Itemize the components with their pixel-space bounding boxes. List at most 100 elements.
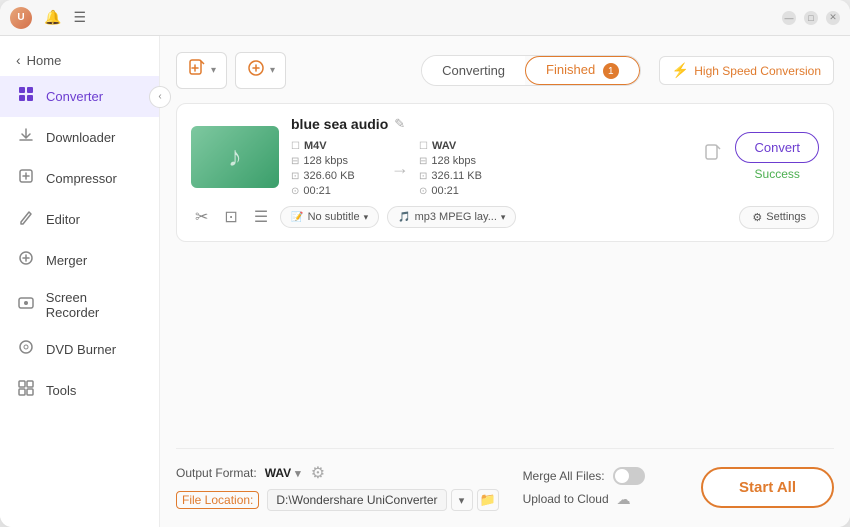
target-file-icon: ☐ xyxy=(419,141,428,152)
upload-row: Upload to Cloud ☁ xyxy=(523,491,645,508)
window-controls: — □ ✕ xyxy=(782,11,840,25)
screen-recorder-icon xyxy=(16,294,36,317)
subtitle-dropdown-arrow: ▾ xyxy=(364,212,369,223)
settings-gear-icon: ⚙ xyxy=(752,211,762,224)
high-speed-button[interactable]: ⚡ High Speed Conversion xyxy=(659,56,834,85)
merger-icon xyxy=(16,249,36,272)
format-value: WAV xyxy=(265,466,291,480)
audio-icon: 🎵 xyxy=(398,212,410,223)
tab-group: Converting Finished 1 xyxy=(421,55,641,87)
audio-dropdown[interactable]: 🎵 mp3 MPEG lay... ▾ xyxy=(387,206,516,228)
maximize-button[interactable]: □ xyxy=(804,11,818,25)
source-meta: ☐ M4V ⊟ 128 kbps ⊡ 326.60 KB xyxy=(291,140,381,197)
file-card-bottom: ✂ ⊡ ☰ 📝 No subtitle ▾ 🎵 mp3 MPEG lay... … xyxy=(191,205,819,229)
target-format-row: ☐ WAV xyxy=(419,140,509,152)
minimize-button[interactable]: — xyxy=(782,11,796,25)
sidebar-item-label-compressor: Compressor xyxy=(46,171,117,186)
file-card: ♪ blue sea audio ✎ ☐ M4V xyxy=(176,103,834,242)
file-name: blue sea audio xyxy=(291,116,388,132)
copy-icon-btn[interactable]: ⊡ xyxy=(220,205,241,229)
content-area: ▾ ▾ Converting Finished 1 xyxy=(160,36,850,527)
file-card-extra-icon xyxy=(703,143,723,170)
add-url-icon xyxy=(246,58,266,83)
location-path: D:\Wondershare UniConverter xyxy=(267,489,446,511)
location-input-row: D:\Wondershare UniConverter ▾ 📁 xyxy=(267,489,498,511)
subtitle-dropdown[interactable]: 📝 No subtitle ▾ xyxy=(280,206,379,228)
sidebar-item-label-downloader: Downloader xyxy=(46,130,115,145)
merge-all-row: Merge All Files: xyxy=(523,467,645,485)
merge-toggle[interactable] xyxy=(613,467,645,485)
target-format: WAV xyxy=(432,140,456,152)
sidebar-item-merger[interactable]: Merger xyxy=(0,240,159,281)
menu-icon[interactable]: ☰ xyxy=(73,9,86,26)
start-all-button[interactable]: Start All xyxy=(701,467,834,508)
source-format-row: ☐ M4V xyxy=(291,140,381,152)
settings-button[interactable]: ⚙ Settings xyxy=(739,206,819,229)
sidebar-item-screen-recorder[interactable]: Screen Recorder xyxy=(0,281,159,329)
location-arrow-button[interactable]: ▾ xyxy=(451,489,473,511)
cloud-icon: ☁ xyxy=(617,491,631,508)
add-url-dropdown-icon: ▾ xyxy=(270,65,275,76)
target-bitrate: 128 kbps xyxy=(431,155,476,167)
edit-icon[interactable]: ✎ xyxy=(394,116,405,132)
file-card-top: ♪ blue sea audio ✎ ☐ M4V xyxy=(191,116,819,197)
sidebar-item-label-tools: Tools xyxy=(46,383,76,398)
converter-icon xyxy=(16,85,36,108)
source-clock-icon: ⊙ xyxy=(291,186,299,197)
dvd-burner-icon xyxy=(16,338,36,361)
location-folder-button[interactable]: 📁 xyxy=(477,489,499,511)
arrow-icon: → xyxy=(391,158,409,179)
source-file-icon: ☐ xyxy=(291,141,300,152)
sidebar-item-label-converter: Converter xyxy=(46,89,103,104)
sidebar-back[interactable]: ‹ Home xyxy=(0,44,159,76)
sidebar: ‹ Home Converter ‹ Downloader C xyxy=(0,36,160,527)
add-file-button[interactable]: ▾ xyxy=(176,52,227,89)
source-size: 326.60 KB xyxy=(303,170,354,182)
file-thumbnail: ♪ xyxy=(191,126,279,188)
finished-badge: 1 xyxy=(603,63,619,79)
sidebar-item-editor[interactable]: Editor xyxy=(0,199,159,240)
sidebar-item-tools[interactable]: Tools xyxy=(0,370,159,411)
upload-to-cloud-label: Upload to Cloud xyxy=(523,492,609,506)
downloader-icon xyxy=(16,126,36,149)
source-size-row: ⊡ 326.60 KB xyxy=(291,170,381,182)
toolbar: ▾ ▾ Converting Finished 1 xyxy=(176,52,834,89)
target-bitrate-icon: ⊟ xyxy=(419,156,427,167)
target-duration-row: ⊙ 00:21 xyxy=(419,185,509,197)
finished-tab[interactable]: Finished 1 xyxy=(525,56,640,86)
source-duration-row: ⊙ 00:21 xyxy=(291,185,381,197)
cut-icon-btn[interactable]: ✂ xyxy=(191,205,212,229)
editor-icon xyxy=(16,208,36,231)
sidebar-item-compressor[interactable]: Compressor xyxy=(0,158,159,199)
target-clock-icon: ⊙ xyxy=(419,186,427,197)
source-bitrate-icon: ⊟ xyxy=(291,156,299,167)
file-location-label: File Location: xyxy=(176,491,259,509)
avatar: U xyxy=(10,7,32,29)
sidebar-item-label-screen-recorder: Screen Recorder xyxy=(46,290,143,320)
close-button[interactable]: ✕ xyxy=(826,11,840,25)
converting-tab[interactable]: Converting xyxy=(422,56,525,86)
subtitle-icon: 📝 xyxy=(291,212,303,223)
sidebar-item-dvd-burner[interactable]: DVD Burner xyxy=(0,329,159,370)
sidebar-collapse-btn[interactable]: ‹ xyxy=(149,86,171,108)
back-label: Home xyxy=(27,53,62,68)
target-size: 326.11 KB xyxy=(431,170,482,182)
list-icon-btn[interactable]: ☰ xyxy=(250,205,272,229)
convert-button[interactable]: Convert xyxy=(735,132,819,163)
file-info: blue sea audio ✎ ☐ M4V ⊟ xyxy=(291,116,683,197)
target-duration: 00:21 xyxy=(431,185,459,197)
sidebar-item-converter[interactable]: Converter ‹ xyxy=(0,76,159,117)
compressor-icon xyxy=(16,167,36,190)
sidebar-item-downloader[interactable]: Downloader xyxy=(0,117,159,158)
source-bitrate-row: ⊟ 128 kbps xyxy=(291,155,381,167)
target-size-row: ⊡ 326.11 KB xyxy=(419,170,509,182)
app-window: U 🔔 ☰ — □ ✕ ‹ Home Converter ‹ xyxy=(0,0,850,527)
file-actions: Convert Success xyxy=(735,132,819,181)
add-file-icon xyxy=(187,58,207,83)
add-url-button[interactable]: ▾ xyxy=(235,52,286,89)
format-select[interactable]: WAV ▾ xyxy=(265,466,301,480)
bell-icon[interactable]: 🔔 xyxy=(44,9,61,26)
output-settings-gear-icon[interactable]: ⚙ xyxy=(311,463,325,483)
lightning-icon: ⚡ xyxy=(672,62,689,79)
subtitle-label: No subtitle xyxy=(308,211,360,223)
